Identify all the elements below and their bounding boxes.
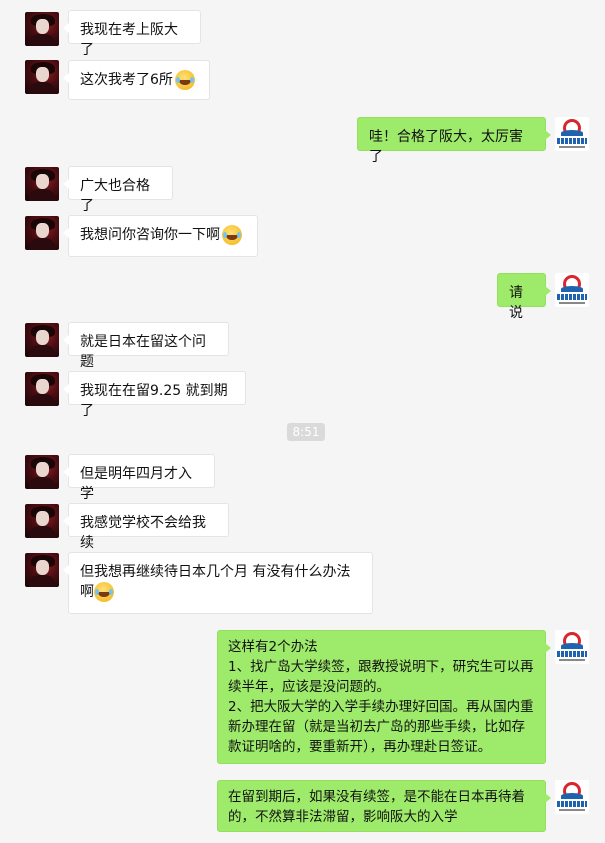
message-text: 就是日本在留这个问题 — [80, 334, 206, 370]
message-text: 我现在考上阪大了 — [80, 22, 178, 58]
contact-avatar[interactable] — [25, 323, 59, 357]
message-text: 但我想再继续待日本几个月 有没有什么办法啊 — [80, 564, 351, 600]
incoming-message-bubble[interactable]: 我现在在留9.25 就到期了 — [63, 371, 246, 419]
message-text: 这次我考了6所 — [80, 72, 173, 88]
self-avatar-logo-icon[interactable] — [555, 273, 589, 307]
timestamp-divider: 8:51 — [287, 423, 325, 441]
contact-avatar[interactable] — [25, 12, 59, 46]
contact-avatar[interactable] — [25, 60, 59, 94]
laugh-cry-emoji-icon — [94, 582, 114, 602]
message-text: 我现在在留9.25 就到期了 — [80, 383, 228, 419]
incoming-message-bubble[interactable]: 广大也合格了 — [63, 166, 173, 214]
self-avatar-logo-icon[interactable] — [555, 630, 589, 664]
message-text: 在留到期后，如果没有续签，是不能在日本再待着的，不然算非法滞留，影响阪大的入学 — [228, 789, 525, 825]
contact-avatar[interactable] — [25, 372, 59, 406]
message-text: 哇！合格了阪大，太厉害了 — [369, 129, 523, 165]
message-text: 请说 — [509, 285, 523, 321]
incoming-message-bubble[interactable]: 这次我考了6所 — [63, 60, 210, 100]
laugh-cry-emoji-icon — [174, 70, 195, 90]
contact-avatar[interactable] — [25, 216, 59, 250]
chat-area: 我现在考上阪大了 这次我考了6所 哇！合格了阪大，太厉害了 广大也合格了 我想问… — [0, 0, 605, 843]
incoming-message-bubble[interactable]: 但我想再继续待日本几个月 有没有什么办法啊 — [63, 552, 373, 614]
laugh-cry-emoji-icon — [222, 225, 242, 245]
incoming-message-bubble[interactable]: 我感觉学校不会给我续 — [63, 503, 229, 551]
incoming-message-bubble[interactable]: 我现在考上阪大了 — [63, 10, 201, 58]
outgoing-message-bubble[interactable]: 在留到期后，如果没有续签，是不能在日本再待着的，不然算非法滞留，影响阪大的入学 — [217, 780, 551, 832]
message-text: 我想问你咨询你一下啊 — [80, 227, 220, 243]
outgoing-message-bubble[interactable]: 这样有2个办法 1、找广岛大学续签，跟教授说明下，研究生可以再续半年，应该是没问… — [217, 630, 551, 764]
message-text: 广大也合格了 — [80, 178, 150, 214]
incoming-message-bubble[interactable]: 就是日本在留这个问题 — [63, 322, 229, 370]
contact-avatar[interactable] — [25, 167, 59, 201]
incoming-message-bubble[interactable]: 我想问你咨询你一下啊 — [63, 215, 258, 257]
outgoing-message-bubble[interactable]: 哇！合格了阪大，太厉害了 — [357, 117, 551, 165]
message-text: 我感觉学校不会给我续 — [80, 515, 206, 551]
contact-avatar[interactable] — [25, 504, 59, 538]
incoming-message-bubble[interactable]: 但是明年四月才入学 — [63, 454, 215, 502]
message-text: 但是明年四月才入学 — [80, 466, 192, 502]
outgoing-message-bubble[interactable]: 请说 — [497, 273, 551, 321]
message-text: 这样有2个办法 1、找广岛大学续签，跟教授说明下，研究生可以再续半年，应该是没问… — [228, 639, 534, 755]
self-avatar-logo-icon[interactable] — [555, 780, 589, 814]
contact-avatar[interactable] — [25, 455, 59, 489]
self-avatar-logo-icon[interactable] — [555, 117, 589, 151]
contact-avatar[interactable] — [25, 553, 59, 587]
